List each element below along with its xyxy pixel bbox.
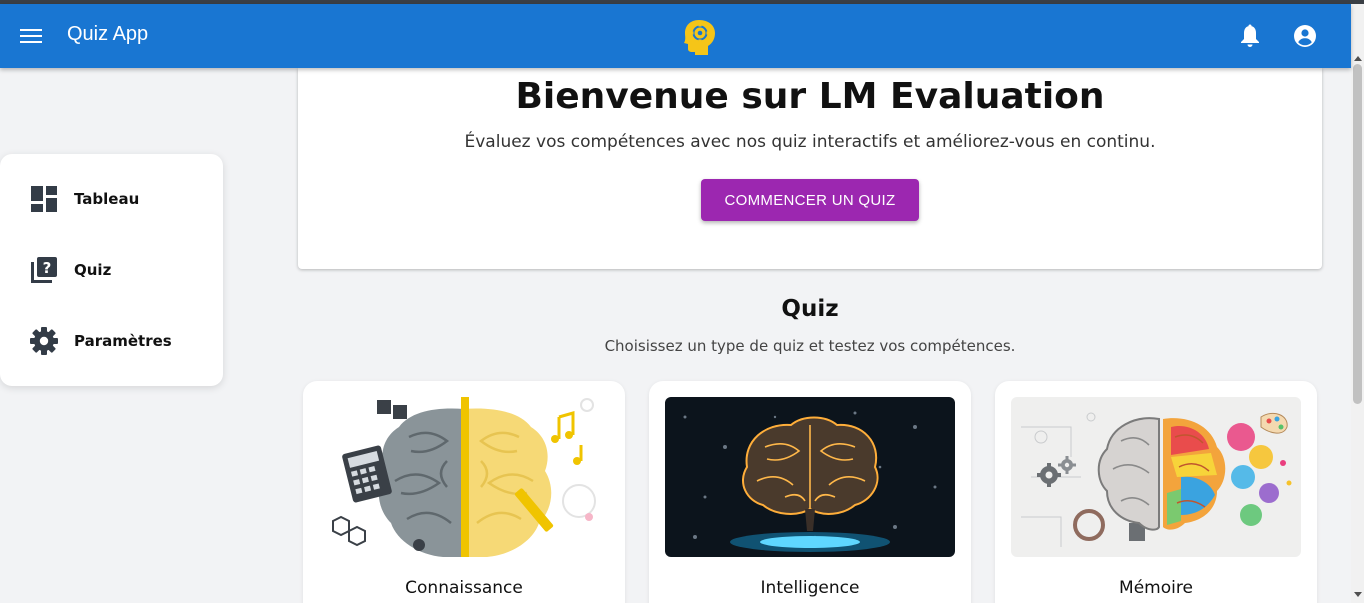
menu-icon[interactable] (20, 26, 42, 46)
vertical-scrollbar[interactable] (1351, 4, 1364, 603)
sidebar-item-label: Paramètres (74, 332, 172, 350)
dashboard-icon (31, 186, 57, 212)
quiz-card-memoire[interactable]: Mémoire (995, 381, 1317, 603)
sidebar-item-quiz[interactable]: ? Quiz (0, 240, 223, 300)
notifications-bell-icon[interactable] (1239, 24, 1261, 48)
scroll-down-arrow-icon[interactable] (1354, 592, 1362, 597)
welcome-banner: Bienvenue sur LM Evaluation Évaluez vos … (298, 68, 1322, 269)
quiz-section-title: Quiz (781, 296, 839, 322)
gear-icon (30, 327, 58, 355)
sidebar-item-parametres[interactable]: Paramètres (0, 311, 223, 371)
sidebar-item-tableau[interactable]: Tableau (0, 169, 223, 229)
quiz-section-subtitle: Choisissez un type de quiz et testez vos… (604, 337, 1016, 355)
sidebar: Tableau ? Quiz Paramètres (0, 154, 223, 386)
quiz-card-label: Intelligence (760, 578, 860, 598)
app-title: Quiz App (67, 23, 149, 45)
app-bar: Quiz App (0, 4, 1351, 68)
account-circle-icon[interactable] (1293, 24, 1317, 48)
welcome-title: Bienvenue sur LM Evaluation (515, 76, 1105, 117)
scrollbar-thumb[interactable] (1353, 64, 1362, 404)
sidebar-item-label: Quiz (74, 261, 112, 279)
quiz-card-label: Mémoire (1119, 578, 1193, 598)
glowing-brain-illustration (665, 397, 955, 557)
quiz-icon: ? (31, 257, 57, 283)
quiz-card-intelligence[interactable]: Intelligence (649, 381, 971, 603)
quiz-card-label: Connaissance (405, 578, 523, 598)
memory-brain-illustration (1011, 397, 1301, 557)
brain-gear-logo-icon (684, 20, 715, 55)
welcome-subtitle: Évaluez vos compétences avec nos quiz in… (464, 132, 1156, 152)
start-quiz-button[interactable]: COMMENCER UN QUIZ (701, 179, 919, 221)
quiz-card-connaissance[interactable]: Connaissance (303, 381, 625, 603)
sidebar-item-label: Tableau (74, 190, 140, 208)
knowledge-brain-illustration (319, 397, 609, 557)
scroll-up-arrow-icon[interactable] (1354, 56, 1362, 61)
svg-text:?: ? (43, 259, 52, 277)
